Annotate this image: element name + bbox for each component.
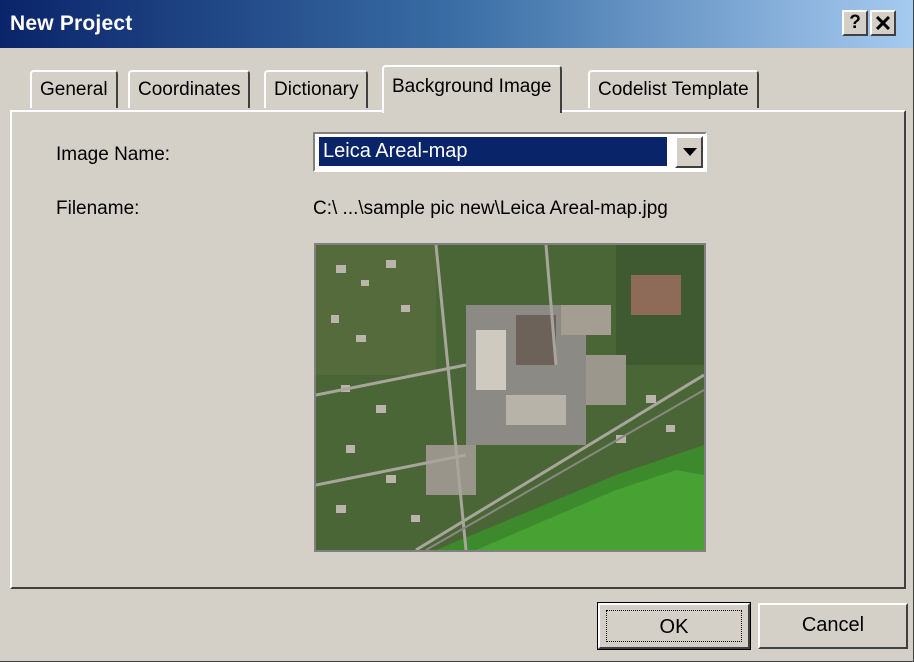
aerial-map-image xyxy=(316,245,704,550)
tab-codelist-template[interactable]: Codelist Template xyxy=(588,70,759,108)
tab-coordinates[interactable]: Coordinates xyxy=(128,70,251,108)
ok-button[interactable]: OK xyxy=(597,602,751,650)
tab-general[interactable]: General xyxy=(30,70,118,108)
image-name-select[interactable]: Leica Areal-map xyxy=(313,132,707,172)
close-icon xyxy=(876,16,890,30)
image-name-value: Leica Areal-map xyxy=(319,137,667,166)
new-project-dialog: New Project ? General Coordinates Dictio… xyxy=(0,0,914,662)
window-title: New Project xyxy=(10,12,133,35)
tab-dictionary[interactable]: Dictionary xyxy=(264,70,369,108)
help-button[interactable]: ? xyxy=(842,10,868,36)
filename-label: Filename: xyxy=(56,198,140,219)
tab-background-image[interactable]: Background Image xyxy=(382,65,562,113)
dropdown-button[interactable] xyxy=(675,136,703,168)
chevron-down-icon xyxy=(683,148,697,156)
image-name-label: Image Name: xyxy=(56,144,171,165)
ok-button-label: OK xyxy=(606,610,742,642)
cancel-button[interactable]: Cancel xyxy=(758,603,908,649)
filename-value: C:\ ...\sample pic new\Leica Areal-map.j… xyxy=(313,198,668,219)
background-image-preview xyxy=(314,243,706,552)
close-button[interactable] xyxy=(870,10,896,36)
title-bar[interactable]: New Project ? xyxy=(0,0,913,48)
